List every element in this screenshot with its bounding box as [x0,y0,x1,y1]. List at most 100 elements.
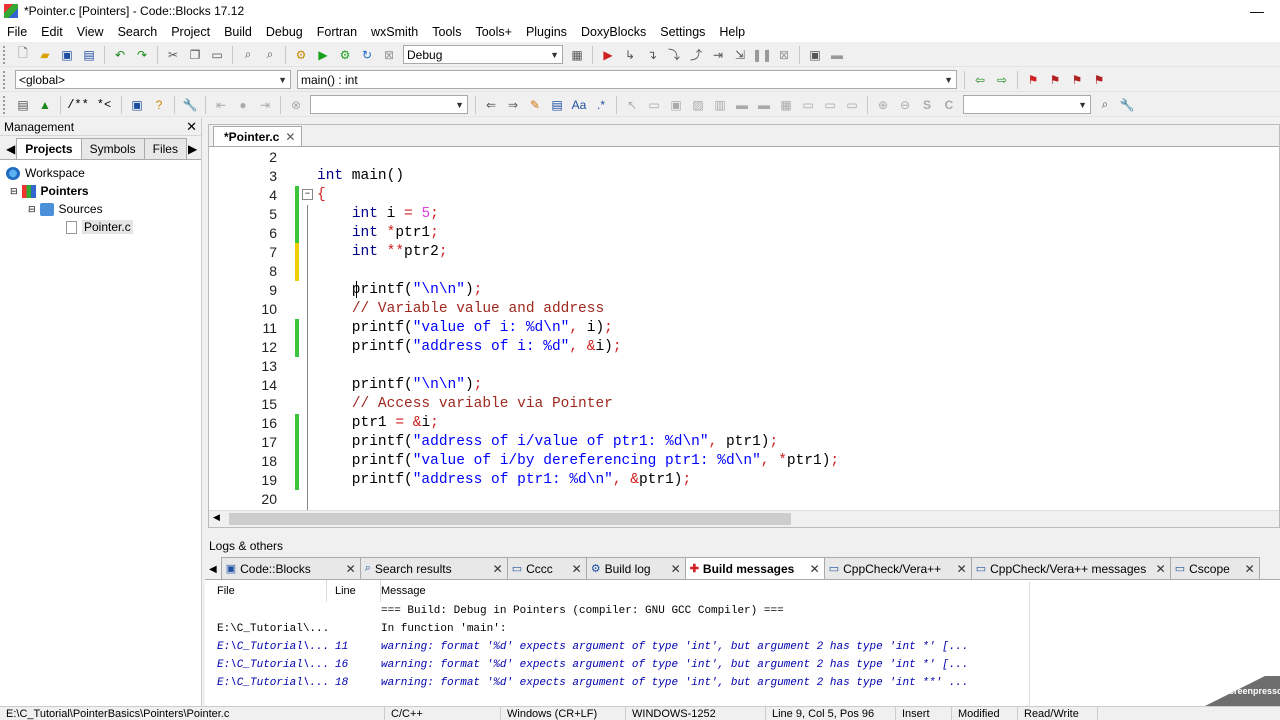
close-icon[interactable]: ✕ [665,562,681,576]
tree-project[interactable]: ⊟ Pointers [0,182,201,200]
code-line[interactable]: 6 int *ptr1; [209,224,1279,243]
collapse-icon[interactable]: ⊟ [10,186,18,197]
toggle-bookmark-icon[interactable]: ⚑ [1024,71,1042,89]
horizontal-scrollbar[interactable]: ◀ [209,510,1279,527]
tab-files[interactable]: Files [143,138,187,159]
build-options-icon[interactable]: ▦ [568,46,586,64]
column-header[interactable]: File [205,580,327,602]
prev-icon[interactable]: ⇤ [212,96,230,114]
table-row[interactable]: === Build: Debug in Pointers (compiler: … [205,602,1280,620]
pointer-icon[interactable]: ↖ [623,96,641,114]
close-icon[interactable]: ✕ [285,130,295,144]
close-icon[interactable]: ✕ [186,119,197,135]
new-file-icon[interactable]: 🗋 [14,46,32,64]
code-line[interactable]: 9 printf("\n\n"); [209,281,1279,300]
code-line[interactable]: 10 // Variable value and address [209,300,1279,319]
debug-windows-icon[interactable]: ▣ [806,46,824,64]
tab-arrow-left-icon[interactable]: ◀ [209,564,221,579]
wx-frame-icon[interactable]: ▭ [645,96,663,114]
wx-flex-icon[interactable]: ▭ [799,96,817,114]
menu-tools-[interactable]: Tools+ [468,25,518,39]
menu-help[interactable]: Help [712,25,752,39]
arrow-left-icon[interactable]: ⇐ [482,96,500,114]
log-tab-cscope[interactable]: ▭ Cscope ✕ [1169,557,1260,579]
tab-projects[interactable]: Projects [16,138,82,159]
menu-tools[interactable]: Tools [425,25,468,39]
wx-box2-icon[interactable]: ▬ [755,96,773,114]
menu-search[interactable]: Search [111,25,165,39]
log-tab-cppcheck-vera-[interactable]: ▭ CppCheck/Vera++ ✕ [823,557,972,579]
save-icon[interactable]: ▣ [58,46,76,64]
extract-docs-icon[interactable]: ▲ [36,96,54,114]
close-icon[interactable]: ✕ [1239,562,1255,576]
s-icon[interactable]: S [918,96,936,114]
wx-grid-icon[interactable]: ▦ [777,96,795,114]
search-icon[interactable]: ⌕ [1096,96,1114,114]
zoom-out-icon[interactable]: ⊖ [896,96,914,114]
scope-select[interactable]: <global> ▼ [15,70,291,89]
menu-debug[interactable]: Debug [259,25,310,39]
menu-plugins[interactable]: Plugins [519,25,574,39]
symbol-search-select[interactable]: ▼ [963,95,1091,114]
tab-arrow-right-icon[interactable]: ▶ [186,139,199,159]
toolbar-grip[interactable] [3,95,9,114]
close-icon[interactable]: ✕ [804,562,820,576]
log-tab-search-results[interactable]: ⌕ Search results ✕ [359,557,508,579]
build-gear-icon[interactable]: ⚙ [292,46,310,64]
undo-icon[interactable]: ↶ [111,46,129,64]
clear-bookmarks-icon[interactable]: ⚑ [1090,71,1108,89]
close-icon[interactable]: ✕ [487,562,503,576]
regex-dot-icon[interactable]: .* [592,96,610,114]
build-run-icon[interactable]: ⚙ [336,46,354,64]
log-tab-build-messages[interactable]: ✚ Build messages ✕ [684,557,825,579]
fold-toggle-icon[interactable]: − [302,189,313,200]
rebuild-icon[interactable]: ↻ [358,46,376,64]
incremental-search-input[interactable]: ▼ [310,95,468,114]
function-select[interactable]: main() : int ▼ [297,70,957,89]
build-target-select[interactable]: Debug ▼ [403,45,563,64]
code-line[interactable]: 7 int **ptr2; [209,243,1279,262]
cut-icon[interactable]: ✂ [164,46,182,64]
comment-block-button[interactable]: /** [67,96,89,114]
jump-forward-icon[interactable]: ⇨ [993,71,1011,89]
debug-info-icon[interactable]: ▬ [828,46,846,64]
wx-static-icon[interactable]: ▭ [821,96,839,114]
match-case-icon[interactable]: Aa [570,96,588,114]
next-line-icon[interactable]: ↴ [643,46,661,64]
step-out-icon[interactable]: ⤴ [687,46,705,64]
record-icon[interactable]: ● [234,96,252,114]
next-instruction-icon[interactable]: ⇥ [709,46,727,64]
menu-doxyblocks[interactable]: DoxyBlocks [574,25,653,39]
next-icon[interactable]: ⇥ [256,96,274,114]
select-all-icon[interactable]: ▤ [548,96,566,114]
close-icon[interactable]: ✕ [340,562,356,576]
replace-icon[interactable]: ⌕ [261,46,279,64]
tree-folder[interactable]: ⊟ Sources [0,200,201,218]
toolbar-grip[interactable] [3,45,9,64]
regex-icon[interactable]: ⊗ [287,96,305,114]
help-icon[interactable]: ? [150,96,168,114]
scroll-left-icon[interactable]: ◀ [213,512,220,523]
settings-wrench-icon[interactable]: 🔧 [181,96,199,114]
collapse-icon[interactable]: ⊟ [28,204,36,215]
table-row[interactable]: E:\C_Tutorial\... 18 warning: format '%d' … [205,674,1280,692]
code-line[interactable]: 15 // Access variable via Pointer [209,395,1279,414]
log-tab-cccc[interactable]: ▭ Cccc ✕ [506,557,587,579]
menu-edit[interactable]: Edit [34,25,70,39]
code-line[interactable]: 14 printf("\n\n"); [209,376,1279,395]
wx-border-icon[interactable]: ▭ [843,96,861,114]
html-docs-icon[interactable]: ▣ [128,96,146,114]
comment-line-button[interactable]: *< [93,96,115,114]
code-line[interactable]: 5 int i = 5; [209,205,1279,224]
abort-icon[interactable]: ⊠ [380,46,398,64]
zoom-in-icon[interactable]: ⊕ [874,96,892,114]
tools-icon[interactable]: 🔧 [1118,96,1136,114]
jump-back-icon[interactable]: ⇦ [971,71,989,89]
menu-view[interactable]: View [70,25,111,39]
run-to-cursor-icon[interactable]: ↳ [621,46,639,64]
tree-file[interactable]: Pointer.c [0,218,201,236]
column-header[interactable]: Line [327,580,381,602]
step-into-icon[interactable]: ⤵ [665,46,683,64]
menu-fortran[interactable]: Fortran [310,25,364,39]
wx-sizer-icon[interactable]: ▥ [711,96,729,114]
